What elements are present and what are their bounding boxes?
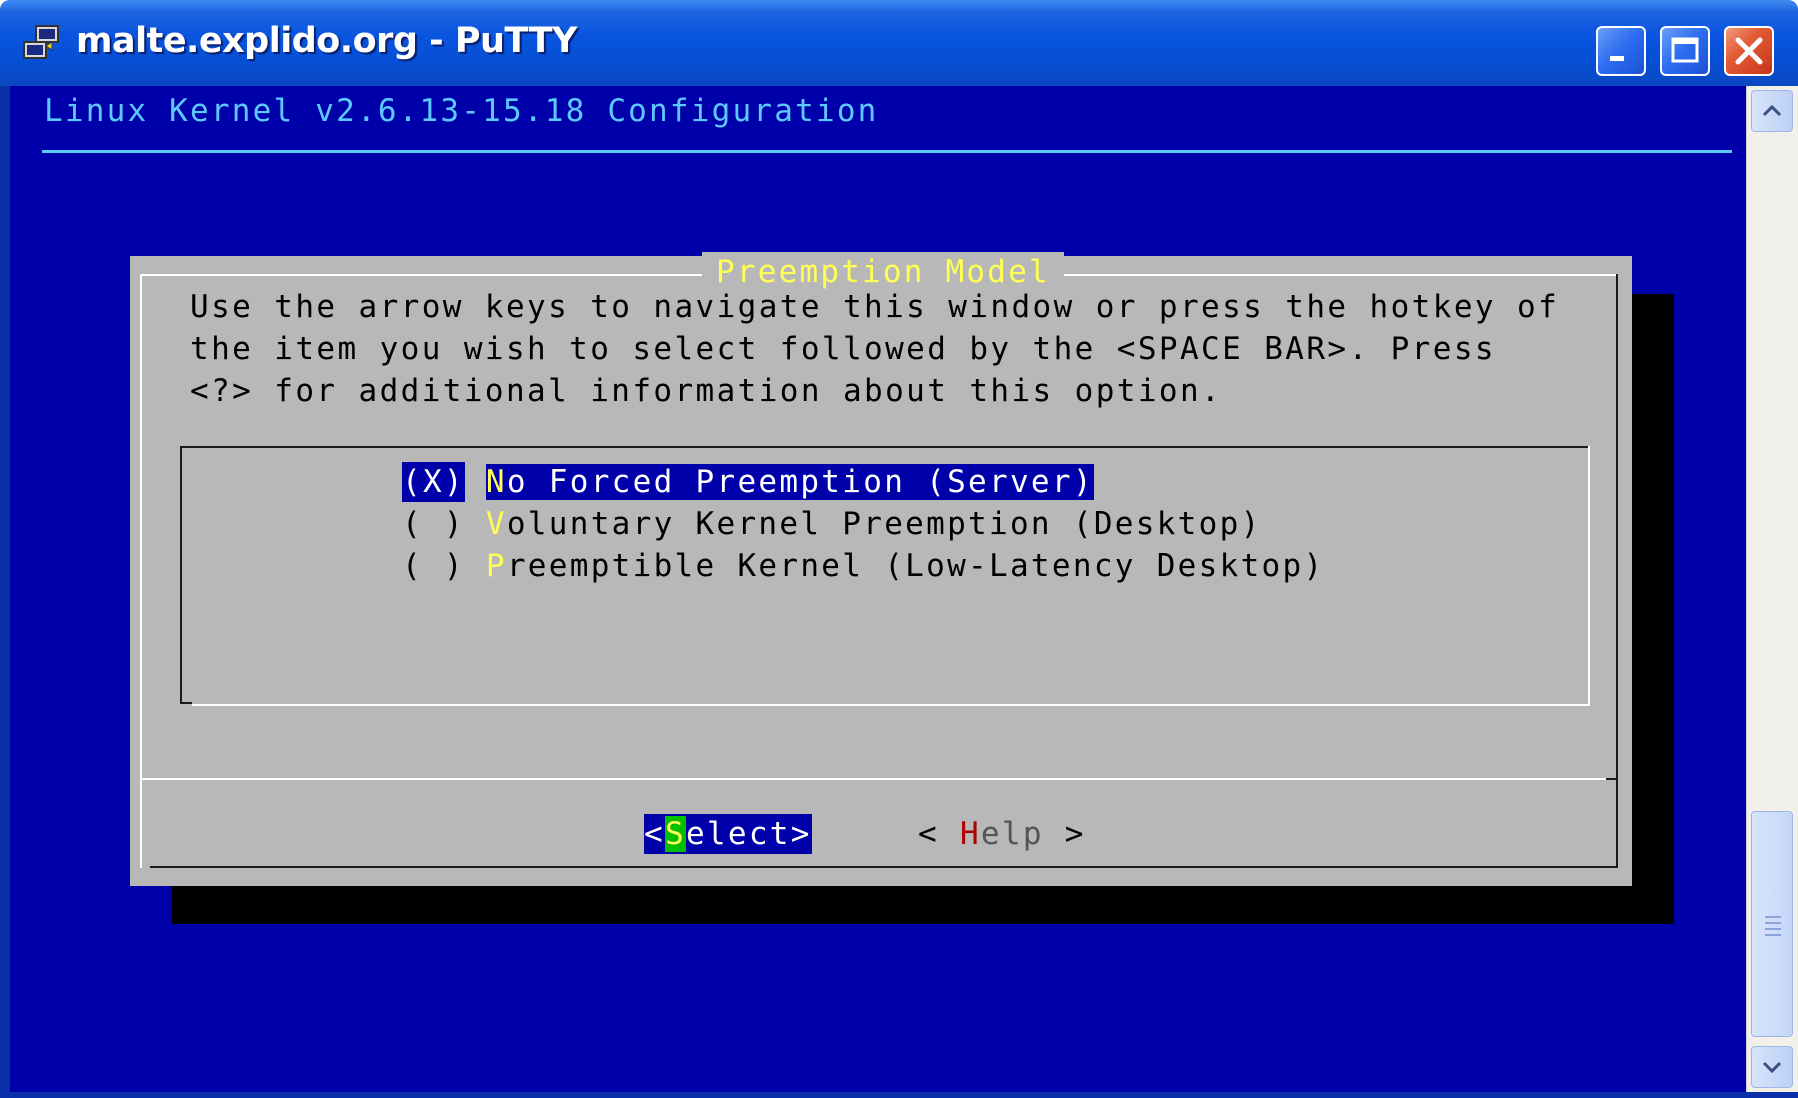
option-no-forced-preemption[interactable]: (X) No Forced Preemption (Server) (402, 462, 1094, 502)
help-button[interactable]: < Help > (918, 814, 1086, 854)
chevron-down-icon (1762, 1061, 1782, 1074)
button-separator (142, 778, 1616, 780)
description-line: <?> for additional information about thi… (190, 373, 1223, 409)
minimize-button[interactable] (1596, 26, 1646, 76)
help-label: elp (980, 816, 1044, 852)
select-prefix: < (644, 816, 665, 852)
close-button[interactable] (1724, 26, 1774, 76)
terminal-area[interactable]: Linux Kernel v2.6.13-15.18 Configuration… (10, 86, 1746, 1092)
maximize-icon (1671, 37, 1699, 63)
chevron-up-icon (1762, 104, 1782, 117)
list-frame-corner (180, 702, 192, 704)
config-header: Linux Kernel v2.6.13-15.18 Configuration (44, 93, 879, 129)
option-label: o Forced Preemption (Server) (506, 464, 1094, 500)
help-prefix: < (918, 816, 960, 852)
option-hotkey: V (485, 506, 507, 542)
window-title: malte.explido.org - PuTTY (76, 21, 577, 61)
dialog-description: Use the arrow keys to navigate this wind… (190, 286, 1559, 412)
option-voluntary-preemption[interactable]: ( ) Voluntary Kernel Preemption (Desktop… (402, 504, 1262, 544)
list-frame-left (180, 446, 182, 704)
minimize-icon (1610, 56, 1624, 61)
select-button[interactable]: <Select> (644, 814, 812, 854)
putty-window: malte.explido.org - PuTTY Linux Kernel v… (0, 0, 1798, 1098)
vertical-scrollbar[interactable] (1746, 86, 1798, 1092)
select-hotkey: S (664, 816, 686, 852)
radio-mark: (X) (402, 462, 465, 502)
thumb-grip-line (1765, 922, 1781, 924)
option-label: oluntary Kernel Preemption (Desktop) (506, 506, 1262, 542)
list-frame-right (1588, 446, 1590, 706)
select-label: elect> (685, 816, 812, 852)
scrollbar-thumb[interactable] (1751, 811, 1793, 1037)
scroll-down-button[interactable] (1751, 1046, 1793, 1088)
option-label: reemptible Kernel (Low-Latency Desktop) (506, 548, 1325, 584)
description-line: the item you wish to select followed by … (190, 331, 1496, 367)
list-frame-top (180, 446, 1590, 448)
option-preemptible-kernel[interactable]: ( ) Preemptible Kernel (Low-Latency Desk… (402, 546, 1324, 586)
close-icon (1735, 37, 1763, 65)
putty-app-icon[interactable] (22, 24, 62, 64)
separator-end (1606, 778, 1618, 780)
title-bar[interactable]: malte.explido.org - PuTTY (0, 0, 1798, 86)
radio-mark: ( ) (402, 548, 465, 584)
thumb-grip-line (1765, 916, 1781, 918)
button-row: <Select> < Help > (130, 786, 1632, 876)
thumb-grip-line (1765, 934, 1781, 936)
radio-mark: ( ) (402, 506, 465, 542)
preemption-dialog: Preemption Model Use the arrow keys to n… (130, 252, 1632, 886)
help-hotkey: H (959, 816, 981, 852)
description-line: Use the arrow keys to navigate this wind… (190, 289, 1560, 325)
options-list[interactable]: (X) No Forced Preemption (Server) ( ) Vo… (180, 446, 1590, 738)
scroll-up-button[interactable] (1751, 90, 1793, 132)
thumb-grip-line (1765, 928, 1781, 930)
option-hotkey: N (485, 464, 507, 500)
maximize-button[interactable] (1660, 26, 1710, 76)
list-frame-bottom (192, 704, 1590, 706)
header-rule (42, 150, 1732, 153)
help-suffix: > (1043, 816, 1086, 852)
option-hotkey: P (485, 548, 507, 584)
